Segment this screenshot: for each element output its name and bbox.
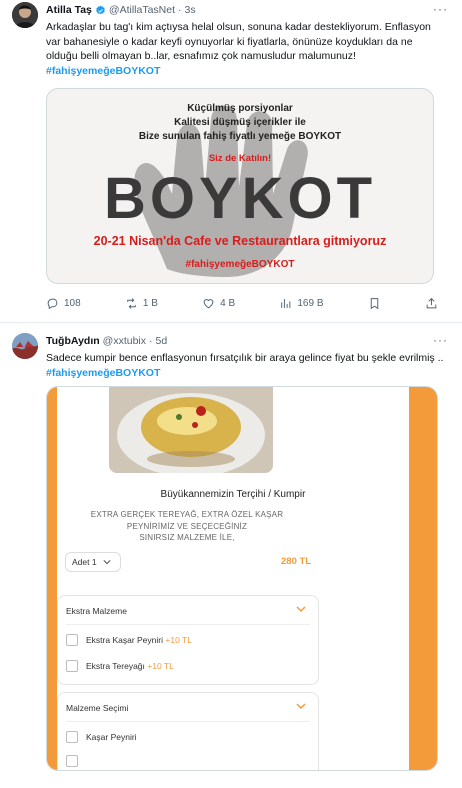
verified-icon <box>96 5 105 14</box>
option-label: Ekstra Tereyağı <box>86 661 145 671</box>
checkbox[interactable] <box>66 660 78 672</box>
poster-hashtag: #fahişyemeğeBOYKOT <box>185 259 295 270</box>
like-button[interactable]: 4 B <box>202 297 235 310</box>
retweet-icon <box>127 298 136 309</box>
heart-icon <box>203 299 214 309</box>
poster-line-2: Kalitesi düşmüş içerikler ile <box>174 117 306 128</box>
views-count: 169 B <box>297 298 324 309</box>
user-name[interactable]: Atilla Taş <box>46 4 92 16</box>
tweet-text-content: Sadece kumpir bence enflasyonun fırsatçı… <box>46 352 444 364</box>
option-extra-butter[interactable]: Ekstra Tereyağı +10 TL <box>66 660 174 672</box>
checkbox[interactable] <box>66 731 78 743</box>
hashtag-link[interactable]: #fahişyemeğeBOYKOT <box>46 65 160 77</box>
option-price: +10 TL <box>147 661 174 671</box>
user-handle[interactable]: @xxtubix <box>103 335 146 347</box>
tweet-text-content: Arkadaşlar bu tag'ı kim açtıysa helal ol… <box>46 21 431 62</box>
avatar[interactable] <box>12 2 38 28</box>
retweet-count: 1 B <box>142 298 158 309</box>
retweet-button[interactable]: 1 B <box>125 297 158 310</box>
like-count: 4 B <box>220 298 236 309</box>
kumpir-illustration <box>109 387 273 473</box>
poster-big-word: BOYKOT <box>103 166 377 231</box>
hashtag-link[interactable]: #fahişyemeğeBOYKOT <box>46 367 160 379</box>
menu-screenshot-image[interactable]: Büyükannemizin Terçihi / Kumpir EXTRA GE… <box>46 386 438 771</box>
more-options-icon[interactable]: ··· <box>433 333 448 347</box>
desc-line-3: SINIRSIZ MALZEME İLE, <box>139 533 235 542</box>
divider <box>66 624 310 625</box>
kumpir-photo <box>109 387 273 473</box>
poster-line-6: 20-21 Nisan'da Cafe ve Restaurantlara gi… <box>93 234 387 248</box>
checkbox[interactable] <box>66 755 78 767</box>
reply-button[interactable]: 108 <box>46 297 81 310</box>
section-title: Malzeme Seçimi <box>66 703 129 713</box>
option-price: +10 TL <box>165 635 192 645</box>
tweet-tugba[interactable]: TuğbAydın @xxtubix · 5d ··· Sadece kumpi… <box>0 323 462 788</box>
tweet-text: Sadece kumpir bence enflasyonun fırsatçı… <box>46 351 446 380</box>
chevron-down-icon <box>103 560 111 565</box>
reply-icon <box>47 298 58 310</box>
desc-line-2: PEYNİRİMİZ VE SEÇECEĞİNİZ <box>126 521 248 531</box>
option-kasar-cheese[interactable]: Kaşar Peyniri <box>66 731 137 743</box>
desc-line-1: EXTRA GERÇEK TEREYAĞ, EXTRA ÖZEL KAŞAR <box>90 510 284 519</box>
views-button[interactable]: 169 B <box>279 297 324 310</box>
option-extra-cheese[interactable]: Ekstra Kaşar Peyniri +10 TL <box>66 634 192 646</box>
boycott-poster-image[interactable]: Küçülmüş porsiyonlar Kalitesi düşmüş içe… <box>46 88 434 284</box>
poster-line-4: Siz de Katılın! <box>208 153 272 164</box>
user-handle[interactable]: @AtillaTasNet <box>109 4 175 16</box>
bookmark-icon <box>370 298 378 310</box>
option-label: Kaşar Peyniri <box>86 732 137 742</box>
avatar-image <box>12 2 38 28</box>
more-options-icon[interactable]: ··· <box>433 2 448 16</box>
chevron-down-icon[interactable] <box>296 604 306 614</box>
section-title: Ekstra Malzeme <box>66 606 127 616</box>
tweet-text: Arkadaşlar bu tag'ı kim açtıysa helal ol… <box>46 20 446 78</box>
poster-line-1: Küçülmüş porsiyonlar <box>187 103 293 114</box>
poster-line-3: Bize sunulan fahiş fiyatlı yemeğe BOYKOT <box>138 131 342 142</box>
tweet-time[interactable]: 5d <box>156 335 168 347</box>
option-label: Ekstra Kaşar Peyniri <box>86 635 163 645</box>
tweet-header: Atilla Taş @AtillaTasNet · 3s <box>46 4 196 16</box>
separator-dot: · <box>149 335 153 347</box>
quantity-value: Adet 1 <box>72 557 97 567</box>
avatar[interactable] <box>12 333 38 359</box>
orange-border-right <box>407 387 437 770</box>
views-icon <box>281 299 291 308</box>
chevron-down-icon[interactable] <box>296 701 306 711</box>
option-placeholder[interactable] <box>66 755 78 767</box>
tweet-time[interactable]: 3s <box>185 4 196 16</box>
product-description: EXTRA GERÇEK TEREYAĞ, EXTRA ÖZEL KAŞAR P… <box>87 509 287 544</box>
ingredient-selection-section: Malzeme Seçimi Kaşar Peyniri <box>57 692 319 770</box>
orange-border-left <box>47 387 57 770</box>
bookmark-button[interactable] <box>368 297 381 310</box>
tweet-header: TuğbAydın @xxtubix · 5d <box>46 335 167 347</box>
product-title: Büyükannemizin Terçihi / Kumpir <box>160 489 306 500</box>
quantity-select[interactable]: Adet 1 <box>65 552 121 572</box>
checkbox[interactable] <box>66 634 78 646</box>
divider <box>66 721 310 722</box>
share-icon <box>426 297 437 309</box>
separator-dot: · <box>178 4 182 16</box>
avatar-image <box>12 333 38 359</box>
user-name[interactable]: TuğbAydın <box>46 335 100 347</box>
tweet-actions: 108 1 B 4 B 169 B <box>46 297 438 310</box>
extra-ingredients-section: Ekstra Malzeme Ekstra Kaşar Peyniri +10 … <box>57 595 319 685</box>
reply-count: 108 <box>64 298 81 309</box>
product-card: Büyükannemizin Terçihi / Kumpir EXTRA GE… <box>57 387 409 770</box>
product-price: 280 TL <box>281 556 312 567</box>
tweet-atilla[interactable]: Atilla Taş @AtillaTasNet · 3s ··· Arkada… <box>0 0 462 322</box>
share-button[interactable] <box>425 297 438 310</box>
